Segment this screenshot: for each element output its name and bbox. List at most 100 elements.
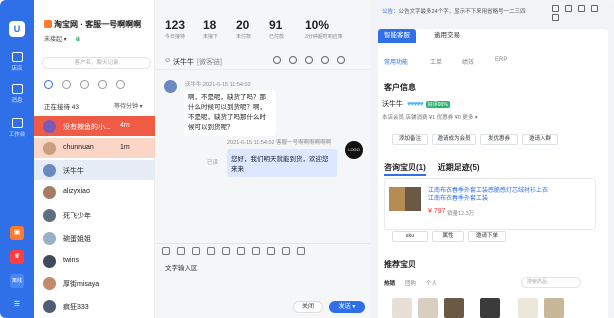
product-thumb[interactable] (544, 298, 564, 318)
send-icon[interactable] (305, 56, 313, 64)
invite-order-button[interactable]: 邀请下单 (468, 231, 506, 242)
recommend-title: 推荐宝贝 (384, 260, 416, 269)
chat-user-tag: [微客链] (197, 59, 222, 66)
product-sales: 销量12.3万 (447, 211, 475, 217)
list-item[interactable]: twins (34, 251, 155, 271)
stat-timeout-rate: 10% 3分钟超时响应率 (305, 18, 343, 40)
app-window: U 店店 消息 工作台 ▣ ♛ 离线 ☰ 淘宝网 · 客服一号啊啊啊 未接起 ▾… (0, 0, 614, 318)
subtab-performance[interactable]: 绩效 (462, 57, 474, 66)
message-input[interactable]: 文字输入区 (165, 262, 198, 272)
attribute-button[interactable]: 属性 (432, 231, 464, 242)
list-item[interactable]: chunnuan 1m (34, 138, 155, 158)
cart-icon[interactable] (237, 247, 245, 255)
avatar (164, 80, 177, 93)
close-icon[interactable] (552, 14, 559, 21)
history-icon[interactable] (267, 247, 275, 255)
product-thumb[interactable] (392, 298, 412, 318)
serving-count: 正在接待 43 (44, 104, 80, 111)
at-icon[interactable] (289, 56, 297, 64)
customer-row: 沃牛牛 ♥♥♥♥♥ 好评90% (382, 99, 450, 109)
stat-unreceived: 18 未接下 (203, 18, 219, 40)
rail-item-shop[interactable]: 店店 (0, 52, 34, 72)
minimize-icon[interactable] (578, 5, 585, 12)
shirt-icon[interactable] (565, 5, 572, 12)
video-icon[interactable] (321, 56, 329, 64)
smile-icon[interactable] (44, 80, 53, 89)
tab-group-buy[interactable]: 团购 (405, 281, 416, 287)
avatar (43, 232, 56, 245)
rail-item-messages[interactable]: 消息 (0, 84, 34, 104)
rail-item-workbench[interactable]: 工作台 (0, 118, 34, 138)
send-coupon-button[interactable]: 发优惠券 (480, 134, 518, 145)
tab-personal[interactable]: 个人 (426, 281, 437, 287)
clock-icon[interactable] (62, 80, 71, 89)
product-thumb[interactable] (444, 298, 464, 318)
settings-icon[interactable] (297, 247, 305, 255)
heart-rating: ♥♥♥♥♥ (407, 101, 424, 108)
file-icon[interactable] (192, 247, 200, 255)
list-item[interactable]: 碗蛋姐姐 (34, 228, 155, 248)
product-search-input[interactable]: 搜索商品 (521, 277, 581, 288)
star-icon[interactable] (116, 80, 125, 89)
subtab-ticket[interactable]: 工单 (430, 57, 442, 66)
coupon-icon[interactable] (252, 247, 260, 255)
help-icon[interactable] (552, 5, 559, 12)
maximize-icon[interactable] (591, 5, 598, 12)
brand-avatar: LOGO (345, 141, 363, 159)
recommend-tabs: 热销 团购 个人 (384, 279, 447, 287)
product-thumb[interactable] (480, 298, 500, 318)
list-item[interactable]: 没有辣鱼的小... 4m (34, 116, 155, 136)
send-button[interactable]: 发送 ▾ (329, 301, 365, 313)
avatar (43, 120, 56, 133)
list-item[interactable]: 死飞少年 (34, 205, 155, 225)
filter-tabs (44, 80, 152, 92)
agent-status[interactable]: 未接起 ▾ ·ılıılı (44, 34, 80, 43)
menu-icon[interactable]: ☰ (10, 298, 24, 312)
tab-trade[interactable]: 逾用交易 (428, 29, 466, 43)
tab-smart-service[interactable]: 智能客服 (378, 29, 416, 43)
tab-consult[interactable]: 咨询宝贝(1) (384, 163, 426, 176)
tab-hot[interactable]: 热销 (384, 281, 395, 287)
add-note-button[interactable]: 添加备注 (392, 134, 428, 145)
list-item[interactable]: 厚街misaya (34, 273, 155, 293)
sku-button[interactable]: sku (392, 231, 428, 242)
screenshot-icon[interactable] (207, 247, 215, 255)
chat-header: ☺ 沃牛牛 [微客链] (155, 52, 370, 70)
search-input[interactable]: 客户名，聊天记录 (42, 57, 151, 69)
invite-group-button[interactable]: 邀请入群 (522, 134, 558, 145)
crown-icon[interactable]: ♛ (10, 250, 24, 264)
product-card[interactable]: 江南布衣春季外套工装感脆感灯芯绒衬衫上衣江南布衣春季外套工装 ¥ 797 销量1… (384, 178, 596, 230)
user-icon: ☺ (164, 57, 172, 64)
subtab-erp[interactable]: ERP (495, 57, 507, 63)
avatar (43, 186, 56, 199)
product-thumb[interactable] (418, 298, 438, 318)
list-item[interactable]: 沃牛牛 (34, 160, 155, 180)
notice-bar: 公告：公告文字最多24个字，显示不下来用省略号一二三四 (382, 9, 526, 15)
close-button[interactable]: 关闭 (293, 301, 323, 313)
message-meta: 沃牛牛 2021-6-15 11:54:02 (185, 82, 251, 88)
customer-detail: 本店会员 店铺消费 ¥1 优惠券 ¥0 更多 ▾ (382, 115, 478, 121)
image-icon[interactable] (177, 247, 185, 255)
tab-footprint[interactable]: 近期足迹(5) (438, 163, 480, 172)
list-item[interactable]: 疯狂333 (34, 296, 155, 316)
more-icon[interactable] (337, 56, 345, 64)
product-thumb[interactable] (518, 298, 538, 318)
app-logo: U (9, 21, 25, 37)
emoji-icon[interactable] (162, 247, 170, 255)
list-item[interactable]: alizyxiao (34, 182, 155, 202)
contact-icon[interactable] (80, 80, 89, 89)
shop-app-icon[interactable]: ▣ (10, 226, 24, 240)
shop-title: 淘宝网 · 客服一号啊啊啊 (44, 19, 154, 30)
sort-select[interactable]: 等待分钟 ▾ (114, 101, 143, 110)
subtab-common[interactable]: 常用功能 (384, 57, 408, 66)
offline-badge[interactable]: 离线 (10, 274, 24, 288)
invite-member-button[interactable]: 邀请成为会员 (432, 134, 476, 145)
read-status: 已读 (207, 160, 219, 166)
message-icon (11, 84, 23, 94)
info-icon[interactable] (273, 56, 281, 64)
cut-icon[interactable] (222, 247, 230, 255)
customer-panel: 公告：公告文字最多24个字，显示不下来用省略号一二三四 智能客服 逾用交易 常用… (370, 0, 614, 318)
quick-reply-icon[interactable] (282, 247, 290, 255)
product-title[interactable]: 江南布衣春季外套工装感脆感灯芯绒衬衫上衣江南布衣春季外套工装 (428, 187, 552, 203)
group-icon[interactable] (98, 80, 107, 89)
